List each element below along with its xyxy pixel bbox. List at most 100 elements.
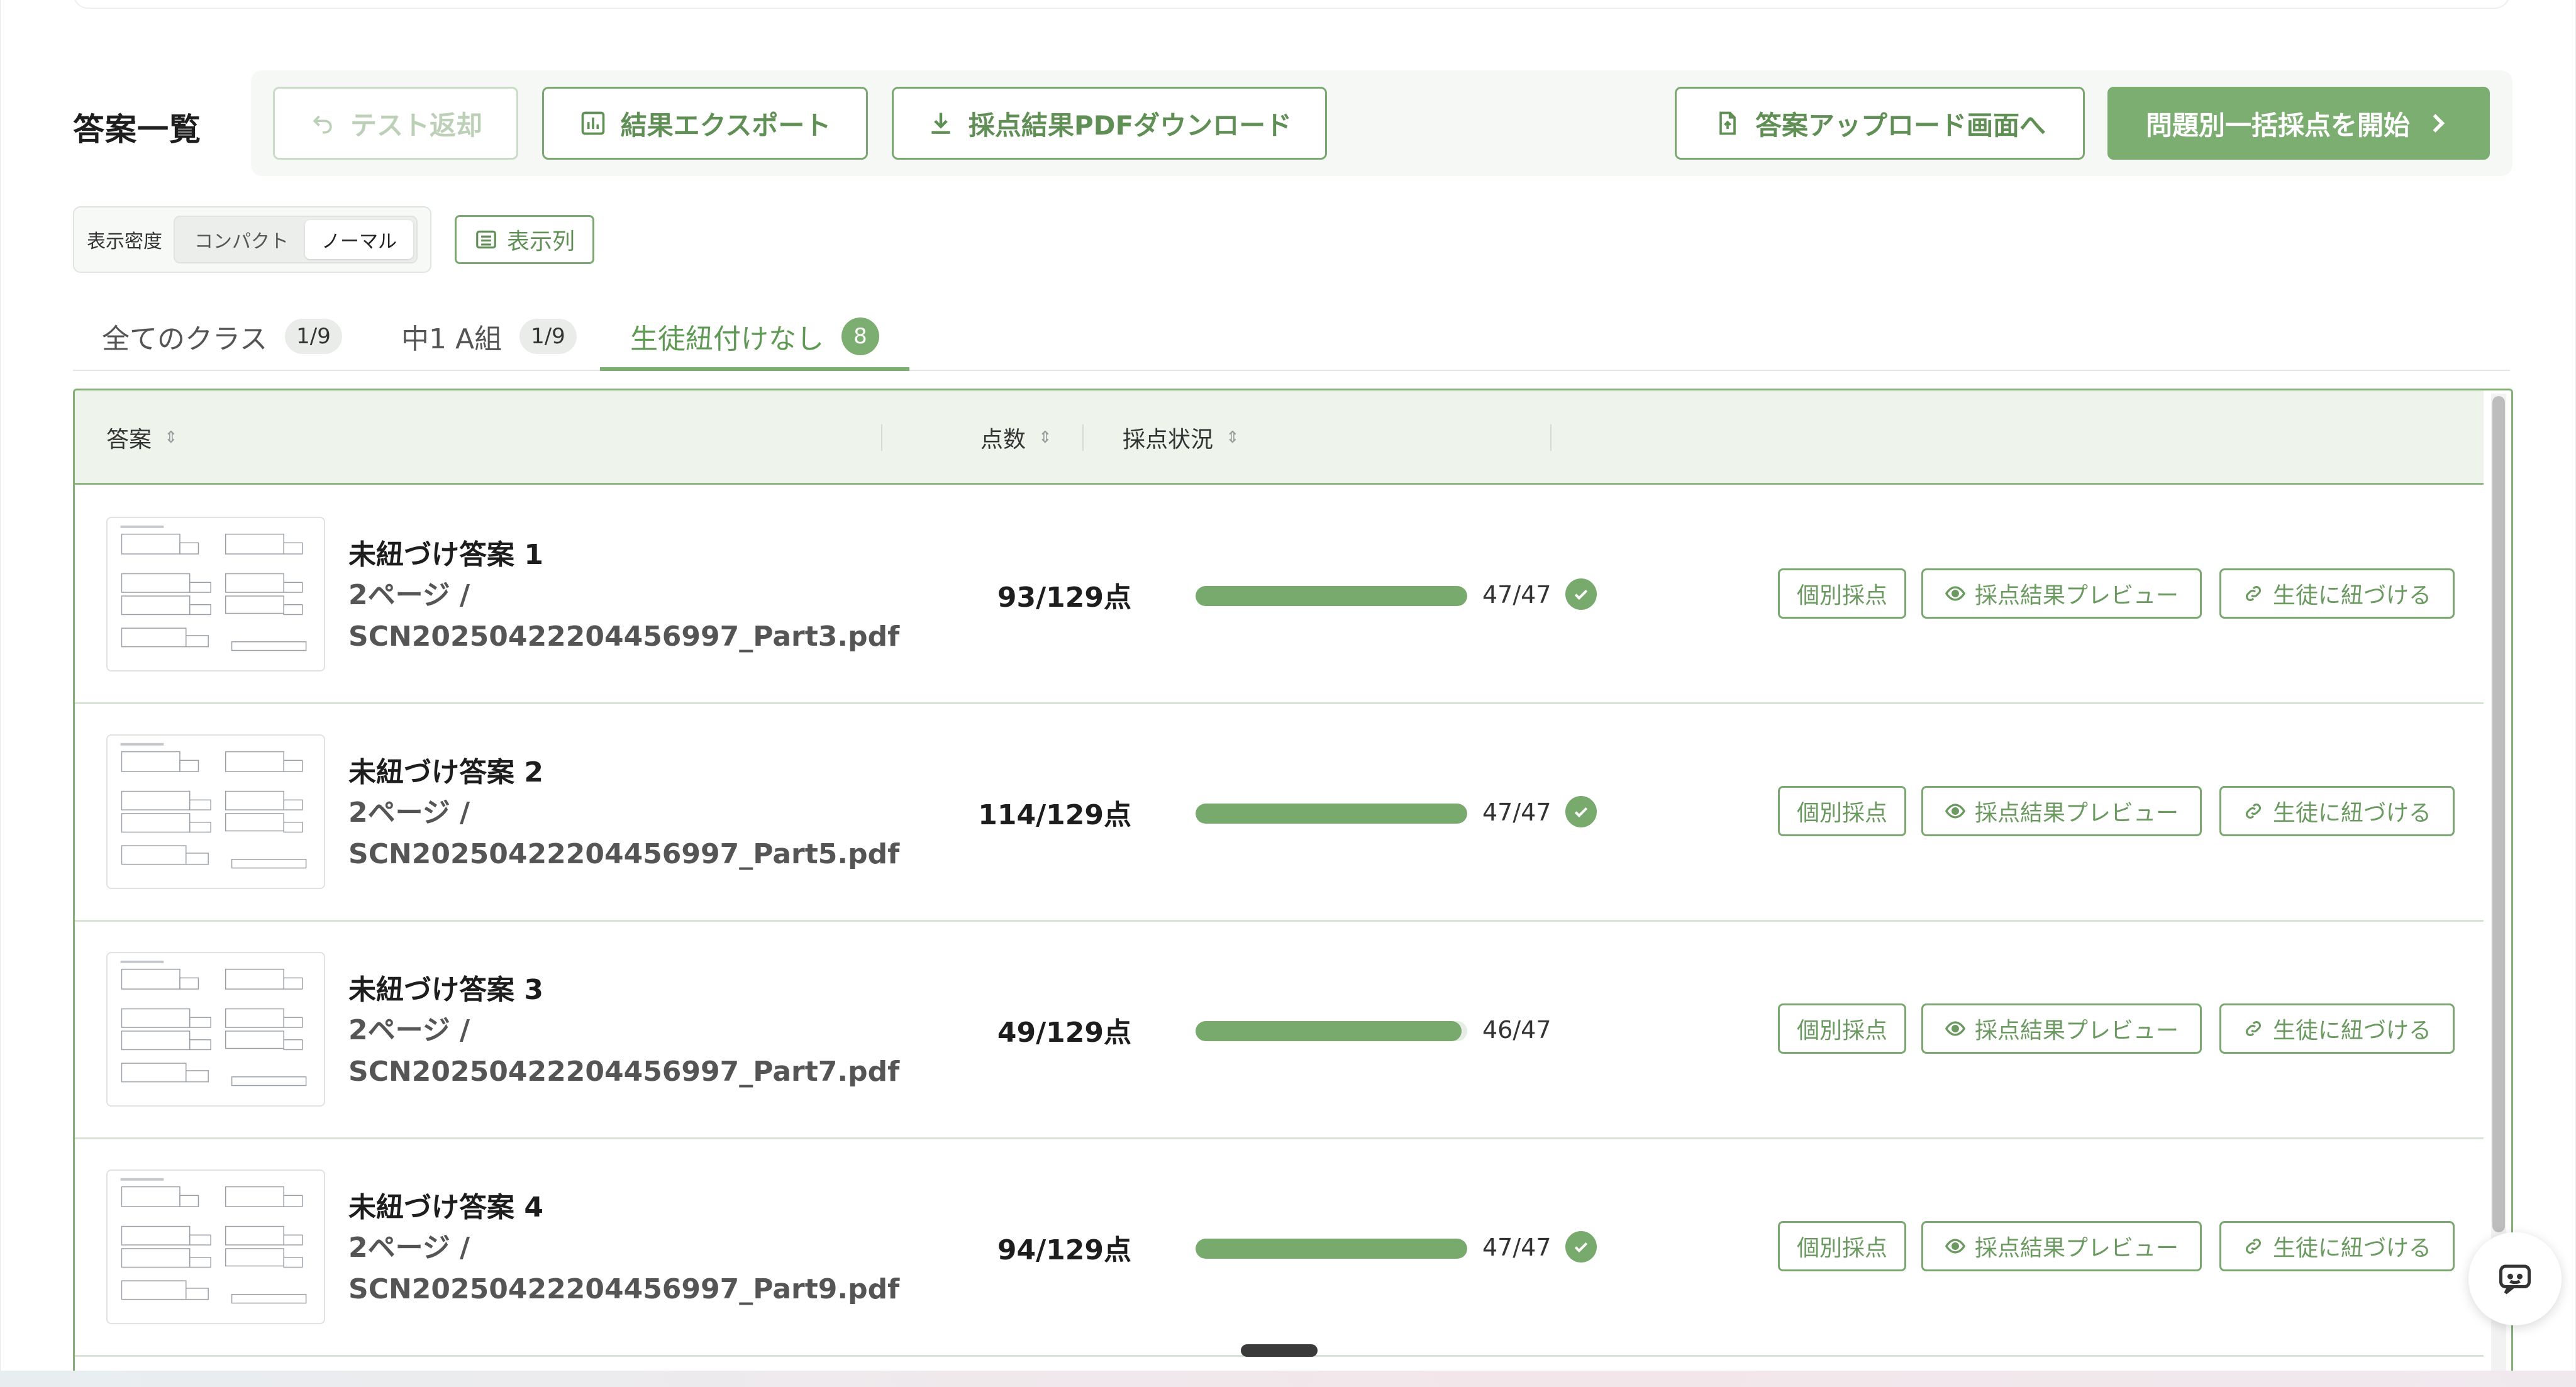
return-test-button[interactable]: テスト返却 [273,87,518,160]
answer-thumbnail[interactable] [106,1169,325,1324]
preview-results-button[interactable]: 採点結果プレビュー [1921,786,2202,836]
upload-page-button[interactable]: 答案アップロード画面へ [1675,87,2085,160]
eye-icon [1945,804,1966,819]
column-header-answer[interactable]: 答案 ⇕ [106,390,178,485]
export-results-button[interactable]: 結果エクスポート [542,87,868,160]
link-icon [2245,585,2262,602]
file-upload-icon [1719,111,1736,135]
answer-title: 未紐づけ答案 2 [348,756,543,788]
density-option-compact[interactable]: コンパクト [178,220,305,259]
column-header-label: 点数 [980,427,1026,453]
density-option-normal[interactable]: ノーマル [305,220,413,259]
grading-progress-count: 47/47 [1482,581,1552,609]
chevron-right-icon [2433,114,2445,133]
column-header-score[interactable]: 点数 ⇕ [980,390,1052,485]
link-student-button[interactable]: 生徒に紐づける [2219,568,2455,619]
individual-grading-button[interactable]: 個別採点 [1778,786,1906,836]
answer-thumbnail[interactable] [106,517,325,671]
individual-grading-button[interactable]: 個別採点 [1778,1221,1906,1271]
table-row: 未紐づけ答案 3 2ページ / SCN20250422204456997_Par… [75,922,2484,1139]
document-thumbnail-image [120,960,307,1086]
answer-thumbnail[interactable] [106,734,325,889]
preview-results-label: 採点結果プレビュー [1974,583,2179,609]
check-icon [1565,796,1597,827]
chat-support-button[interactable] [2468,1232,2562,1325]
tab-label: 全てのクラス [102,323,268,355]
column-divider [1082,424,1084,451]
link-student-label: 生徒に紐づける [2272,800,2431,826]
individual-grading-label: 個別採点 [1796,583,1887,609]
sort-icon: ⇕ [164,428,178,447]
column-header-label: 答案 [106,427,152,453]
grading-progress-fill [1196,586,1467,606]
link-student-label: 生徒に紐づける [2272,1235,2431,1261]
resize-handle[interactable] [1241,1344,1318,1357]
link-icon [2245,1020,2262,1037]
individual-grading-label: 個別採点 [1796,1235,1887,1261]
individual-grading-button[interactable]: 個別採点 [1778,1003,1906,1054]
check-icon [1565,1231,1597,1263]
tab-class-a[interactable]: 中1 A組 1/9 [401,302,577,371]
chart-icon [581,111,604,135]
sort-icon: ⇕ [1226,428,1240,447]
document-thumbnail-image [120,525,307,651]
answer-score: 49/129点 [997,1017,1131,1049]
columns-button[interactable]: 表示列 [455,215,594,264]
table-header: 答案 ⇕ 点数 ⇕ 採点状況 ⇕ [75,390,2484,485]
link-student-button[interactable]: 生徒に紐づける [2219,1003,2455,1054]
columns-label: 表示列 [506,229,575,255]
column-header-status[interactable]: 採点状況 ⇕ [1123,390,1240,485]
link-student-label: 生徒に紐づける [2272,1018,2431,1044]
density-label: 表示密度 [87,231,162,253]
document-thumbnail-image [120,743,307,869]
link-student-label: 生徒に紐づける [2272,583,2431,609]
grading-progress-bar [1196,1021,1467,1041]
eye-icon [1945,1239,1966,1254]
answer-file-info: 2ページ / SCN20250422204456997_Part5.pdf [348,792,899,875]
tab-label: 中1 A組 [401,323,502,355]
link-icon [2245,803,2262,819]
start-bulk-grading-button[interactable]: 問題別一括採点を開始 [2107,87,2490,160]
individual-grading-label: 個別採点 [1796,1018,1887,1044]
individual-grading-label: 個別採点 [1796,800,1887,826]
preview-results-button[interactable]: 採点結果プレビュー [1921,1003,2202,1054]
check-icon [1565,578,1597,610]
vertical-scrollbar-thumb[interactable] [2492,396,2505,1232]
column-header-label: 採点状況 [1123,427,1214,453]
list-icon [476,230,496,249]
top-card-edge [73,0,2510,9]
export-results-label: 結果エクスポート [620,109,831,141]
grading-progress-count: 47/47 [1482,798,1552,826]
preview-results-button[interactable]: 採点結果プレビュー [1921,1221,2202,1271]
individual-grading-button[interactable]: 個別採点 [1778,568,1906,619]
answer-file-info: 2ページ / SCN20250422204456997_Part3.pdf [348,575,899,658]
document-thumbnail-image [120,1178,307,1304]
table-row: 未紐づけ答案 1 2ページ / SCN20250422204456997_Par… [75,487,2484,704]
preview-results-label: 採点結果プレビュー [1974,1018,2179,1044]
link-student-button[interactable]: 生徒に紐づける [2219,786,2455,836]
tab-badge: 1/9 [285,319,342,354]
tab-all-classes[interactable]: 全てのクラス 1/9 [102,302,342,371]
answer-pages: 2ページ / [348,1014,470,1046]
return-test-label: テスト返却 [350,109,482,141]
answer-pages: 2ページ / [348,797,470,829]
eye-icon [1945,586,1966,601]
answer-filename: SCN20250422204456997_Part7.pdf [348,1056,900,1088]
class-tabs: 全てのクラス 1/9 中1 A組 1/9 生徒紐付けなし 8 [73,302,2510,371]
pdf-download-button[interactable]: 採点結果PDFダウンロード [892,87,1327,160]
column-divider [1550,424,1552,451]
preview-results-label: 採点結果プレビュー [1974,1235,2179,1261]
answer-file-info: 2ページ / SCN20250422204456997_Part7.pdf [348,1010,899,1093]
answers-table: 答案 ⇕ 点数 ⇕ 採点状況 ⇕ 未紐づけ答案 1 2ページ / SCN2025… [73,389,2513,1387]
sort-icon: ⇕ [1038,428,1052,447]
grading-progress-count: 46/47 [1482,1016,1552,1044]
chat-icon [2499,1264,2531,1295]
tab-unlinked[interactable]: 生徒紐付けなし 8 [600,302,909,371]
grading-progress-count: 47/47 [1482,1234,1552,1261]
grading-progress-fill [1196,1239,1467,1259]
answer-thumbnail[interactable] [106,952,325,1107]
answer-pages: 2ページ / [348,579,470,611]
preview-results-button[interactable]: 採点結果プレビュー [1921,568,2202,619]
tab-label: 生徒紐付けなし [630,323,824,355]
link-student-button[interactable]: 生徒に紐づける [2219,1221,2455,1271]
